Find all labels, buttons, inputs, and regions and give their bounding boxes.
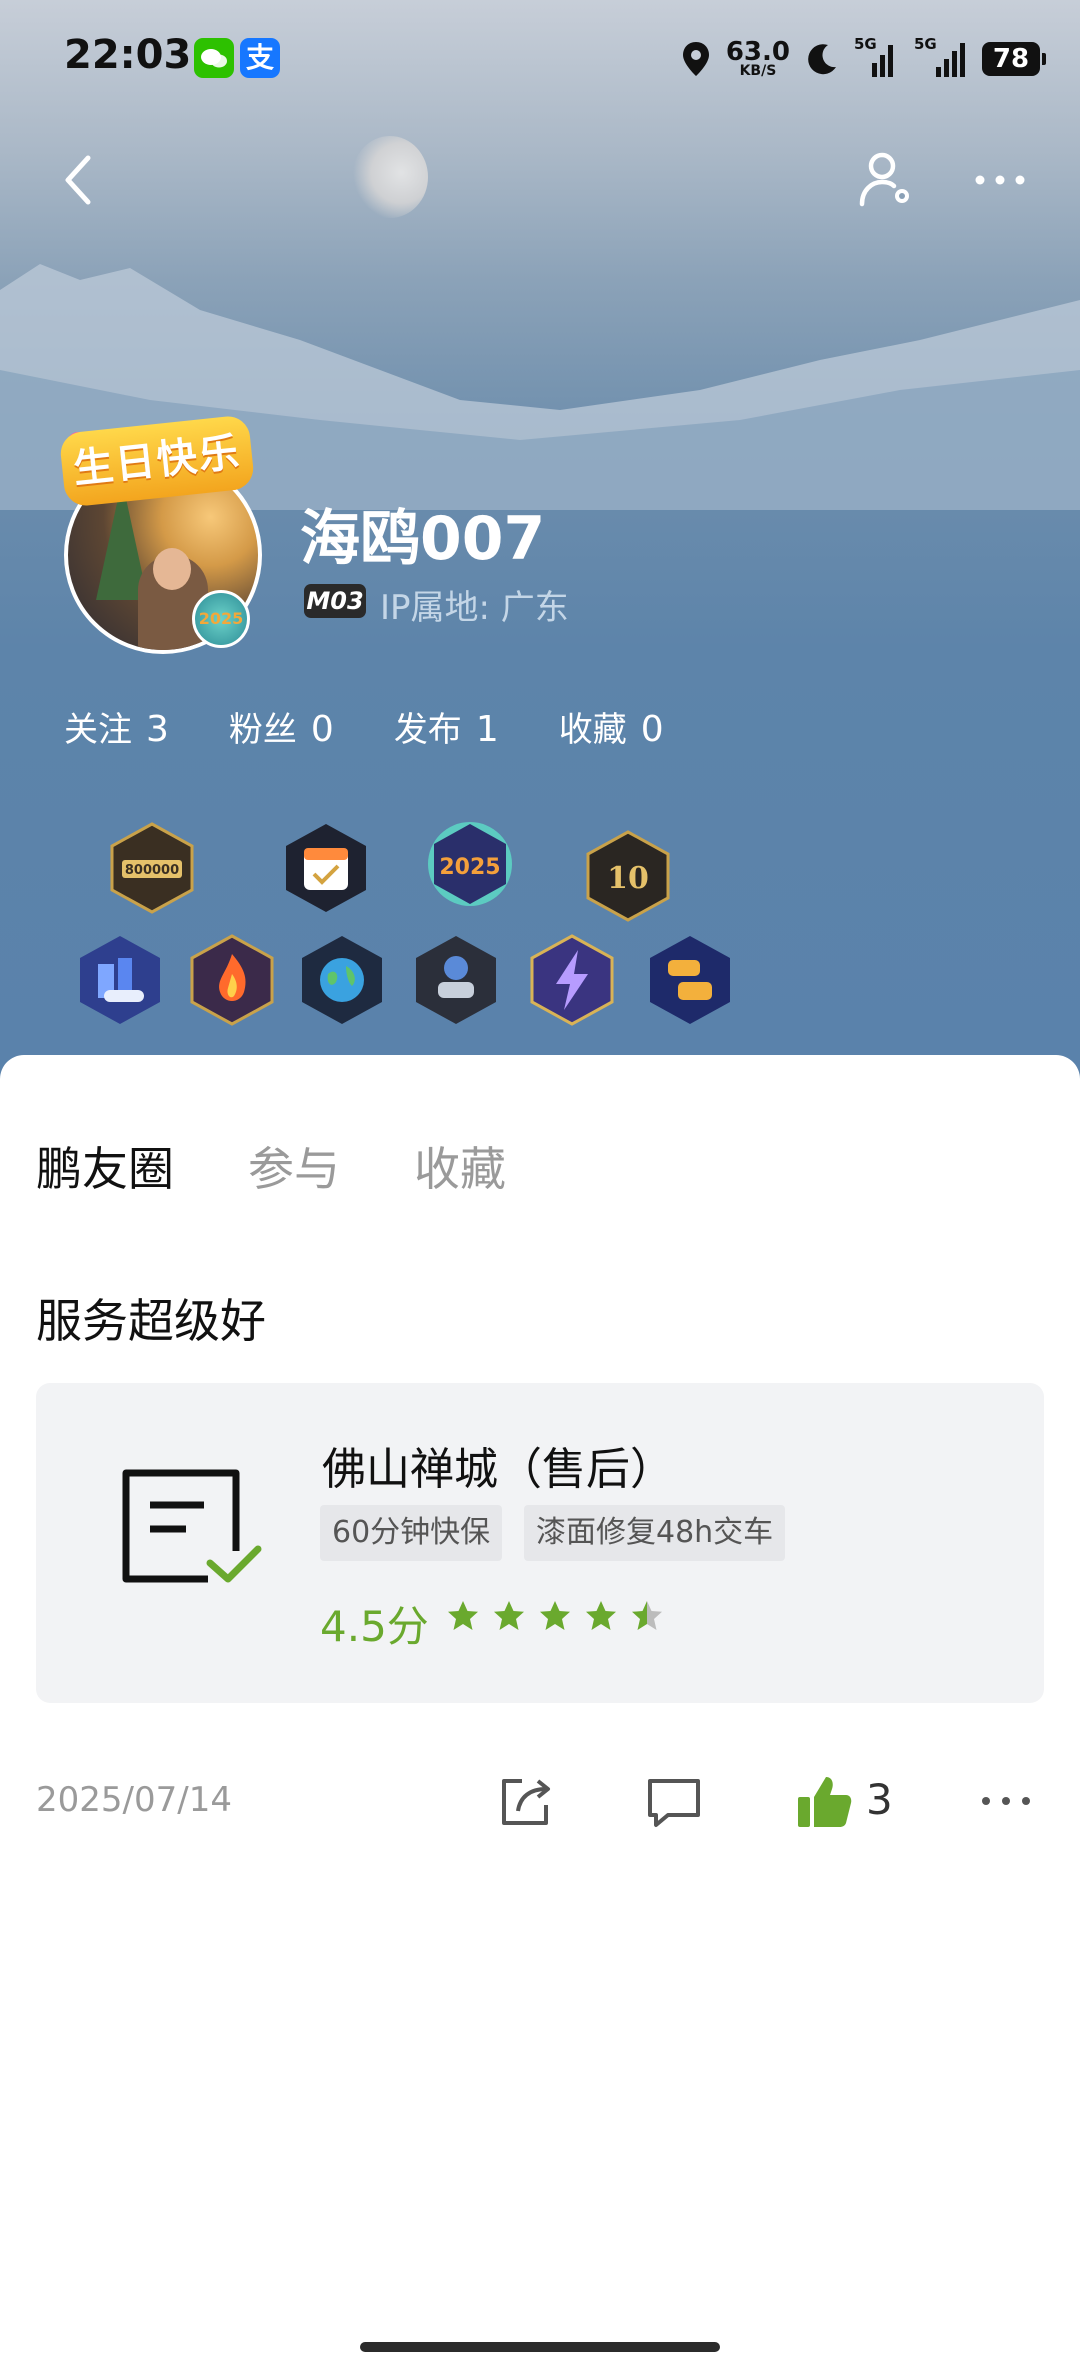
post-more-button[interactable]: [976, 1771, 1036, 1831]
like-count: 3: [866, 1775, 893, 1824]
network-speed: 63.0 KB/S: [726, 39, 790, 78]
profile-screen: 22:03 支 63.0 KB/S 5G 5G 78 生日快乐 2025 海鸥0…: [0, 0, 1080, 2376]
medal-city-car[interactable]: [74, 934, 166, 1026]
stat-label: 发布: [393, 710, 462, 750]
star-icon: [586, 1601, 616, 1630]
car-model-badge: M03: [304, 584, 366, 618]
chevron-left-icon: [65, 155, 91, 205]
tab-pengyou-circle[interactable]: 鹏友圈: [36, 1133, 174, 1199]
wechat-notification-icon: [194, 38, 234, 78]
medal-2025[interactable]: 2025: [424, 818, 516, 910]
post-title: 服务超级好: [36, 1294, 266, 1348]
medal-10-years[interactable]: 10: [582, 830, 674, 922]
avatar-face-shape: [153, 548, 191, 590]
stat-posts[interactable]: 发布 1: [394, 702, 499, 751]
back-button[interactable]: [56, 150, 106, 210]
more-horizontal-icon: [982, 1797, 1030, 1805]
stat-value: 0: [310, 709, 334, 750]
content-sheet: 鹏友圈 参与 收藏 服务超级好 佛山禅城（售后） 60分钟快保 漆面修复48h交…: [0, 1055, 1080, 2376]
content-tabs: 鹏友圈 参与 收藏: [36, 1133, 506, 1199]
more-options-button[interactable]: [972, 160, 1028, 200]
medal-fire[interactable]: [186, 934, 278, 1026]
service-tag: 60分钟快保: [320, 1505, 503, 1561]
star-icon: [632, 1601, 662, 1630]
post-date: 2025/07/14: [36, 1780, 232, 1820]
medal-robot[interactable]: [410, 934, 502, 1026]
comment-icon: [648, 1779, 700, 1827]
star-icon: [494, 1601, 524, 1630]
ip-location: IP属地: 广东: [380, 588, 569, 628]
stat-following[interactable]: 关注 3: [64, 702, 169, 751]
like-button[interactable]: [794, 1771, 854, 1831]
do-not-disturb-moon-icon: [808, 44, 836, 75]
stat-favorites[interactable]: 收藏 0: [559, 702, 664, 751]
comment-button[interactable]: [644, 1771, 704, 1831]
stat-label: 粉丝: [228, 710, 297, 750]
tab-participate[interactable]: 参与: [248, 1133, 340, 1199]
alipay-notification-icon: 支: [240, 38, 280, 78]
document-check-icon: [122, 1469, 262, 1583]
stat-label: 收藏: [558, 710, 627, 750]
profile-stats: 关注 3 粉丝 0 发布 1 收藏 0: [64, 702, 664, 751]
thumbs-up-icon: [798, 1777, 852, 1827]
medal-mileage-text: 800000: [125, 863, 179, 878]
medal-chat[interactable]: [644, 934, 736, 1026]
more-horizontal-icon: [975, 175, 1025, 185]
battery-indicator: 78: [982, 42, 1046, 76]
status-bar: 22:03 支 63.0 KB/S 5G 5G 78: [0, 0, 1080, 120]
medal-calendar[interactable]: [280, 822, 372, 914]
avatar-year-badge: 2025: [192, 590, 250, 648]
location-icon: [682, 42, 709, 76]
share-button[interactable]: [496, 1771, 556, 1831]
home-indicator[interactable]: [360, 2342, 720, 2352]
star-icon: [540, 1601, 570, 1630]
stat-label: 关注: [64, 710, 132, 750]
stat-value: 3: [146, 709, 169, 750]
medal-mileage[interactable]: 800000: [106, 822, 198, 914]
tab-favorites[interactable]: 收藏: [414, 1133, 506, 1199]
medal-lightning[interactable]: [526, 934, 618, 1026]
share-icon: [502, 1779, 550, 1825]
star-icon: [448, 1601, 478, 1630]
signal-sim1-icon: 5G: [854, 35, 898, 79]
username: 海鸥007: [300, 504, 546, 574]
stat-value: 0: [640, 709, 664, 750]
signal-sim2-icon: 5G: [912, 35, 968, 79]
medal-earth[interactable]: [296, 934, 388, 1026]
user-settings-button[interactable]: [856, 148, 918, 214]
stat-value: 1: [475, 709, 499, 750]
medal-2025-text: 2025: [439, 855, 500, 880]
medal-10-text: 10: [607, 861, 649, 896]
status-time: 22:03: [64, 32, 192, 78]
moon-decoration: [352, 136, 428, 218]
stat-fans[interactable]: 粉丝 0: [229, 702, 334, 751]
rating-stars: [446, 1599, 664, 1633]
store-name: 佛山禅城（售后）: [322, 1444, 674, 1495]
service-review-card[interactable]: 佛山禅城（售后） 60分钟快保 漆面修复48h交车 4.5分: [36, 1383, 1044, 1703]
service-tag: 漆面修复48h交车: [524, 1505, 786, 1561]
user-gear-icon: [859, 152, 909, 207]
rating-score: 4.5分: [320, 1602, 429, 1651]
